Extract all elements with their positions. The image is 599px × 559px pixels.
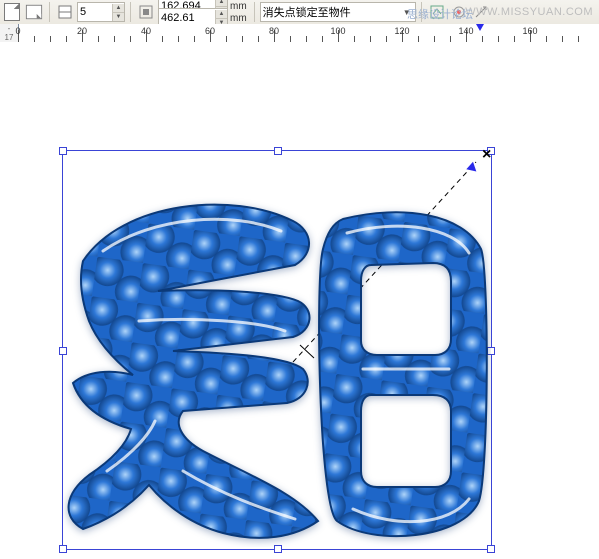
- ruler-label: 20: [77, 26, 87, 36]
- handle-top[interactable]: [274, 147, 282, 155]
- ruler-label: 120: [394, 26, 409, 36]
- spin-down-icon[interactable]: ▼: [112, 12, 124, 21]
- ruler-track: 0 20 40 60 80 100 120 140 160: [18, 24, 599, 42]
- handle-top-left[interactable]: [59, 147, 67, 155]
- separator: [130, 2, 131, 22]
- selection-bounds[interactable]: [62, 150, 492, 550]
- page-number-field[interactable]: ▲▼: [77, 2, 125, 22]
- separator: [254, 2, 255, 22]
- ruler-label: 80: [269, 26, 279, 36]
- ruler-horizontal[interactable]: - 17 020406080100120140160: [0, 24, 599, 43]
- separator: [49, 2, 50, 22]
- artwork: [63, 171, 491, 547]
- drawing-canvas[interactable]: ×: [0, 42, 599, 559]
- dimensions-group: ▲▼ mm ▲▼ mm: [158, 0, 249, 24]
- page-orient-icon[interactable]: [24, 2, 44, 22]
- spin-up-icon[interactable]: ▲: [215, 10, 227, 18]
- fill-end-x-icon[interactable]: ×: [482, 146, 491, 164]
- watermark-forum: 思缘设计论坛: [407, 6, 473, 22]
- glyph-ri: [319, 212, 487, 536]
- ruler-label: 100: [330, 26, 345, 36]
- combo-label: 消失点锁定至物件: [263, 4, 401, 20]
- ruler-position-marker[interactable]: [476, 24, 484, 31]
- ruler-label: 0: [15, 26, 20, 36]
- unit-label: mm: [228, 13, 249, 24]
- dimensions-icon: [136, 2, 156, 22]
- ruler-label: 60: [205, 26, 215, 36]
- watermark-site: WWW.MISSYUAN.COM: [465, 6, 593, 18]
- ruler-label: 140: [458, 26, 473, 36]
- page-size-icon[interactable]: [2, 2, 22, 22]
- ruler-label: 160: [522, 26, 537, 36]
- vanishing-point-combo[interactable]: 消失点锁定至物件 ▼: [260, 2, 416, 22]
- glyph-xia: [69, 205, 318, 538]
- page-number-input[interactable]: [78, 4, 112, 20]
- ruler-label: 40: [141, 26, 151, 36]
- unit-label: mm: [228, 1, 249, 12]
- page-layout-icon[interactable]: [55, 2, 75, 22]
- page-number-spinner[interactable]: ▲▼: [112, 4, 124, 21]
- spin-up-icon[interactable]: ▲: [112, 4, 124, 12]
